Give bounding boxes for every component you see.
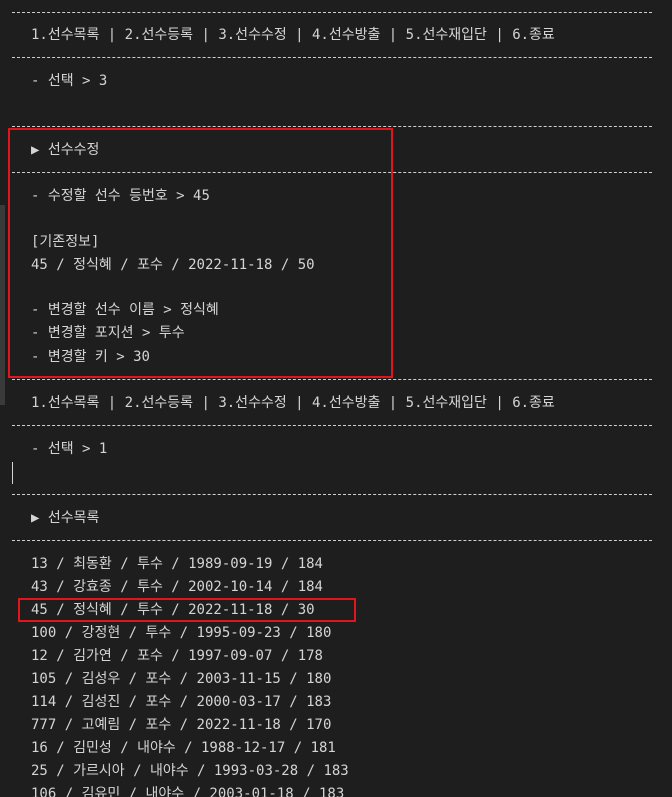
player-row: 777 / 고예림 / 포수 / 2022-11-18 / 170 xyxy=(31,717,332,733)
separator-line xyxy=(12,425,652,426)
main-menu: 1.선수목록 | 2.선수등록 | 3.선수수정 | 4.선수방출 | 5.선수… xyxy=(31,27,555,43)
player-row: 13 / 최동환 / 투수 / 1989-09-19 / 184 xyxy=(31,556,323,572)
separator-line xyxy=(12,379,652,380)
choice-prompt: - 선택 > 3 xyxy=(31,73,108,89)
main-menu: 1.선수목록 | 2.선수등록 | 3.선수수정 | 4.선수방출 | 5.선수… xyxy=(31,395,555,411)
scrollbar-gutter[interactable] xyxy=(0,205,5,405)
player-row: 114 / 김성진 / 포수 / 2000-03-17 / 183 xyxy=(31,694,332,710)
separator-line xyxy=(12,494,652,495)
player-row: 25 / 가르시아 / 내야수 / 1993-03-28 / 183 xyxy=(31,763,349,779)
list-section-title: ▶ 선수목록 xyxy=(31,510,100,526)
updated-row-highlight-box xyxy=(18,598,356,622)
player-row: 100 / 강정현 / 투수 / 1995-09-23 / 180 xyxy=(31,625,332,641)
player-row: 106 / 김유민 / 내야수 / 2003-01-18 / 183 xyxy=(31,786,345,797)
player-row: 105 / 김성우 / 포수 / 2003-11-15 / 180 xyxy=(31,671,332,687)
choice-prompt: - 선택 > 1 xyxy=(31,441,108,457)
player-row: 16 / 김민성 / 내야수 / 1988-12-17 / 181 xyxy=(31,740,336,756)
separator-line xyxy=(12,12,652,13)
player-row: 43 / 강효종 / 투수 / 2002-10-14 / 184 xyxy=(31,579,323,595)
terminal-output: 1.선수목록 | 2.선수등록 | 3.선수수정 | 4.선수방출 | 5.선수… xyxy=(0,0,672,797)
text-cursor xyxy=(12,462,13,484)
player-row: 12 / 김가연 / 포수 / 1997-09-07 / 178 xyxy=(31,648,323,664)
edit-highlight-box xyxy=(8,128,393,378)
separator-line xyxy=(12,57,652,58)
separator-line xyxy=(12,540,652,541)
separator-line xyxy=(12,126,652,127)
